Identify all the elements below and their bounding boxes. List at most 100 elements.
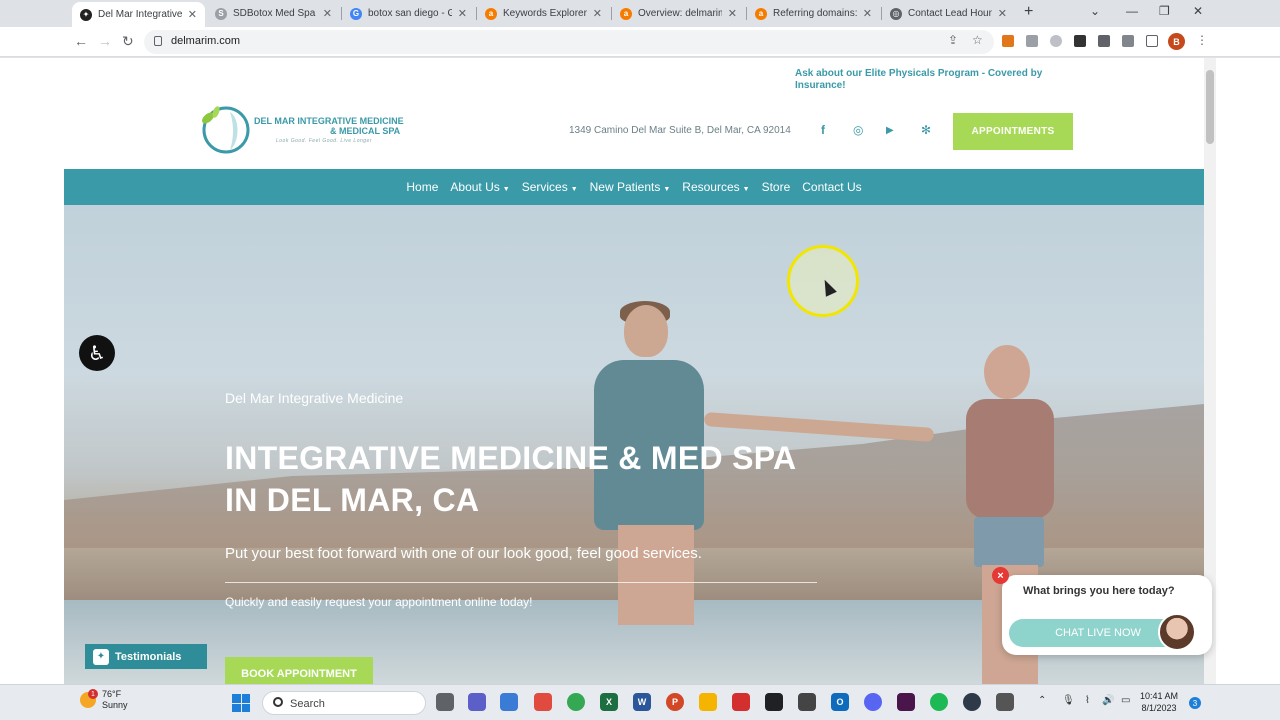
weather-widget[interactable]: 1 76°F Sunny	[80, 689, 128, 711]
spotify-icon[interactable]	[930, 693, 948, 711]
chat-agent-avatar	[1158, 613, 1196, 651]
nav-new-patients[interactable]: New Patients ▼	[590, 180, 671, 194]
google-icon: G	[350, 7, 362, 20]
tab-sdbotox[interactable]: S SDBotox Med Spa for ✕	[207, 0, 340, 27]
yelp-icon[interactable]: ✻	[921, 123, 931, 137]
new-tab-button[interactable]: +	[1024, 3, 1033, 21]
accessibility-icon[interactable]: ♿	[79, 335, 115, 371]
bookmark-star-icon[interactable]: ☆	[972, 33, 983, 47]
nav-services[interactable]: Services ▼	[522, 180, 578, 194]
promo-link[interactable]: Ask about our Elite Physicals Program - …	[795, 68, 1055, 92]
teams-icon[interactable]	[468, 693, 486, 711]
app-icon[interactable]	[798, 693, 816, 711]
tab-contact-lead-hounds[interactable]: ◎ Contact Lead Hounds ✕	[882, 0, 1015, 27]
chrome-icon[interactable]	[567, 693, 585, 711]
logo-tagline: Look Good. Feel Good. Live Longer	[276, 138, 372, 144]
extension-icon[interactable]	[1026, 35, 1038, 47]
youtube-icon[interactable]: ▶	[886, 125, 894, 136]
appointments-button[interactable]: APPOINTMENTS	[953, 113, 1073, 150]
puzzle-extensions-icon[interactable]	[1098, 35, 1110, 47]
maximize-button[interactable]: ❐	[1159, 4, 1170, 18]
scrollbar-thumb[interactable]	[1206, 70, 1214, 144]
close-tab-icon[interactable]: ✕	[998, 7, 1007, 20]
lock-icon	[154, 36, 162, 46]
discord-icon[interactable]	[864, 693, 882, 711]
nav-contact-us[interactable]: Contact Us	[802, 180, 861, 194]
taskbar-search-input[interactable]: Search	[262, 691, 426, 715]
reload-button[interactable]: ↻	[122, 33, 134, 50]
close-tab-icon[interactable]: ✕	[593, 7, 602, 20]
caret-down-icon: ▼	[742, 186, 750, 193]
profile-avatar[interactable]: B	[1168, 33, 1185, 50]
facebook-icon[interactable]: f	[821, 123, 825, 137]
minimize-button[interactable]: —	[1126, 4, 1138, 18]
close-window-button[interactable]: ✕	[1193, 4, 1203, 18]
share-icon[interactable]: ⇪	[948, 33, 958, 47]
site-favicon-icon: ✦	[80, 8, 92, 21]
instagram-icon[interactable]: ◎	[853, 123, 863, 137]
windows-start-icon[interactable]	[232, 694, 250, 712]
back-button[interactable]: ←	[74, 33, 88, 49]
show-hidden-icons-icon[interactable]: ⌃	[1038, 695, 1046, 706]
chat-close-icon[interactable]: ×	[992, 567, 1009, 584]
excel-icon[interactable]: X	[600, 693, 618, 711]
testimonials-widget[interactable]: ✦ Testimonials	[85, 644, 207, 669]
tab-del-mar[interactable]: ✦ Del Mar Integrative M ✕	[72, 2, 205, 27]
more-menu-icon[interactable]: ⋮	[1196, 33, 1208, 47]
side-panel-icon[interactable]	[1146, 35, 1158, 47]
notification-badge[interactable]: 3	[1189, 697, 1201, 709]
close-tab-icon[interactable]: ✕	[188, 8, 197, 21]
chat-question: What brings you here today?	[1023, 585, 1175, 597]
nav-home[interactable]: Home	[406, 180, 438, 194]
system-clock[interactable]: 10:41 AM 8/1/2023	[1140, 690, 1178, 714]
app-icon[interactable]	[534, 693, 552, 711]
search-icon	[273, 697, 283, 707]
volume-icon[interactable]: 🔊	[1102, 695, 1114, 706]
page-margin-right	[1216, 58, 1280, 684]
nav-store[interactable]: Store	[762, 180, 791, 194]
app-icon[interactable]	[963, 693, 981, 711]
site-logo[interactable]: DEL MAR INTEGRATIVE MEDICINE & MEDICAL S…	[194, 104, 404, 156]
task-view-icon[interactable]	[436, 693, 454, 711]
tab-keywords-explorer[interactable]: a Keywords Explorer - A ✕	[477, 0, 610, 27]
terminal-icon[interactable]	[765, 693, 783, 711]
nav-about-us[interactable]: About Us ▼	[450, 180, 509, 194]
tab-search-icon[interactable]: ⌄	[1090, 4, 1100, 18]
page-margin-left	[0, 58, 64, 684]
tab-google-search[interactable]: G botox san diego - Goo ✕	[342, 0, 475, 27]
weather-badge: 1	[88, 689, 98, 699]
powerpoint-icon[interactable]: P	[666, 693, 684, 711]
extension-icon[interactable]	[1050, 35, 1062, 47]
extension-grid-icon[interactable]	[1074, 35, 1086, 47]
hero-kicker: Del Mar Integrative Medicine	[225, 390, 404, 406]
ahrefs-icon: a	[485, 7, 497, 20]
wifi-icon[interactable]: ⌇	[1085, 695, 1090, 706]
tab-overview[interactable]: a Overview: delmarim.c ✕	[612, 0, 745, 27]
acrobat-icon[interactable]	[732, 693, 750, 711]
metamask-extension-icon[interactable]	[1002, 35, 1014, 47]
close-tab-icon[interactable]: ✕	[863, 7, 872, 20]
snipping-tool-icon[interactable]	[996, 693, 1014, 711]
address-bar[interactable]: delmarim.com	[144, 30, 994, 54]
hero-note: Quickly and easily request your appointm…	[225, 595, 533, 609]
close-tab-icon[interactable]: ✕	[728, 7, 737, 20]
forward-button[interactable]: →	[98, 33, 112, 49]
browser-toolbar: ← → ↻ delmarim.com ⇪ ☆ B ⋮	[0, 27, 1280, 57]
caret-down-icon: ▼	[502, 186, 510, 193]
file-explorer-icon[interactable]	[699, 693, 717, 711]
store-icon[interactable]	[500, 693, 518, 711]
outlook-icon[interactable]: O	[831, 693, 849, 711]
tab-referring-domains[interactable]: a Referring domains: sd ✕	[747, 0, 880, 27]
slack-icon[interactable]	[897, 693, 915, 711]
caret-down-icon: ▼	[663, 186, 671, 193]
word-icon[interactable]: W	[633, 693, 651, 711]
microphone-icon[interactable]: 🎙	[1062, 695, 1075, 706]
nav-resources[interactable]: Resources ▼	[682, 180, 749, 194]
close-tab-icon[interactable]: ✕	[323, 7, 332, 20]
caret-down-icon: ▼	[570, 186, 578, 193]
reading-list-icon[interactable]	[1122, 35, 1134, 47]
hero-subtitle: Put your best foot forward with one of o…	[225, 545, 702, 562]
close-tab-icon[interactable]: ✕	[458, 7, 467, 20]
book-appointment-button[interactable]: BOOK APPOINTMENT	[225, 657, 373, 684]
battery-icon[interactable]: ▭	[1121, 695, 1130, 706]
